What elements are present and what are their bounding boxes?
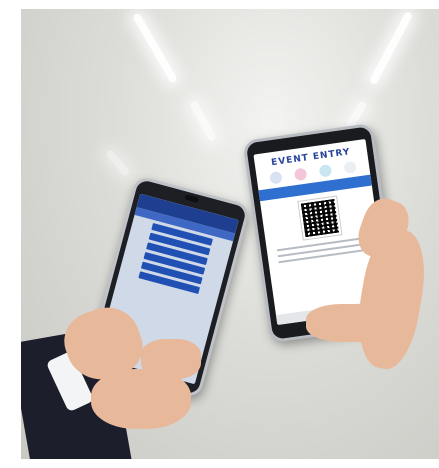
photo: EVENT ENTRY bbox=[21, 9, 439, 459]
category-icon bbox=[293, 167, 308, 182]
ceiling-light bbox=[189, 99, 217, 143]
camera-notch bbox=[184, 194, 200, 203]
category-icon bbox=[343, 160, 358, 175]
left-hand-palm bbox=[91, 369, 191, 429]
qr-code bbox=[296, 195, 343, 241]
category-icon bbox=[318, 164, 333, 178]
ceiling-light bbox=[105, 148, 131, 178]
ceiling-light bbox=[368, 10, 414, 86]
info-lines bbox=[276, 236, 371, 264]
category-icon bbox=[268, 171, 283, 185]
ceiling-light bbox=[132, 12, 178, 84]
right-hand-fingers bbox=[306, 304, 396, 342]
